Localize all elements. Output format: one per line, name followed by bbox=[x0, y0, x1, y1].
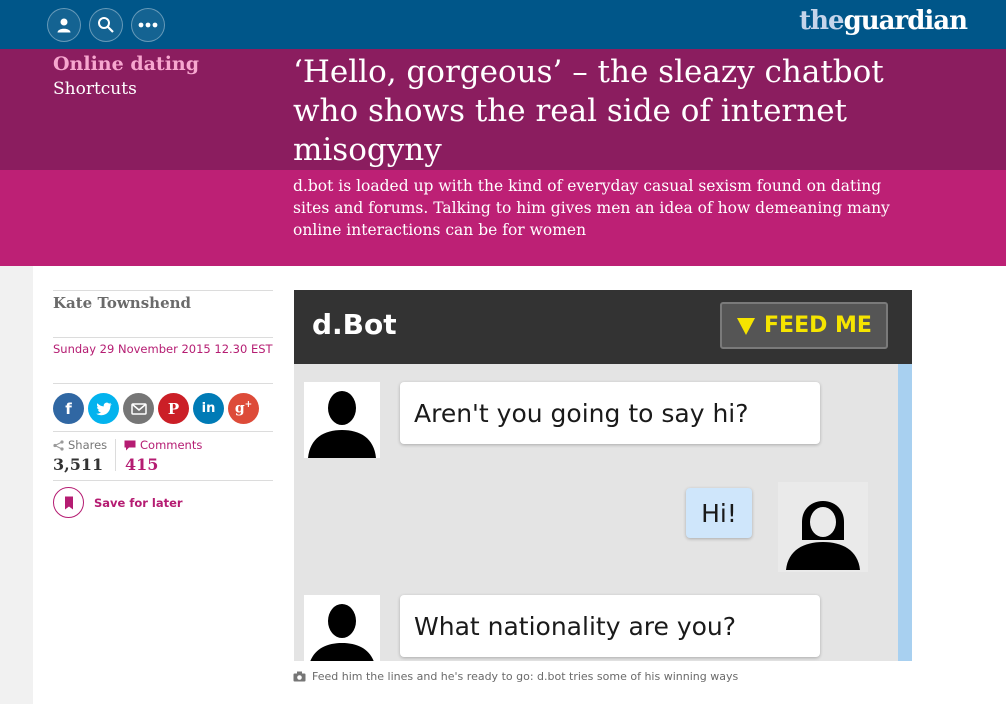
share-icon bbox=[53, 439, 64, 451]
profile-button[interactable] bbox=[47, 8, 81, 42]
twitter-share-button[interactable] bbox=[88, 393, 119, 424]
feed-me-button: FEED ME bbox=[720, 302, 888, 349]
more-button[interactable] bbox=[131, 8, 165, 42]
bot-avatar bbox=[304, 382, 380, 458]
feed-me-label: FEED ME bbox=[764, 313, 872, 338]
save-for-later-label: Save for later bbox=[94, 495, 183, 510]
male-silhouette-icon bbox=[308, 391, 376, 458]
logo-prefix: the bbox=[799, 6, 844, 36]
comments-count[interactable]: 415 bbox=[125, 455, 158, 474]
facebook-icon: f bbox=[65, 399, 72, 418]
guardian-logo[interactable]: theguardian bbox=[799, 6, 968, 36]
top-navigation-bar: theguardian bbox=[0, 0, 1006, 49]
more-icon bbox=[138, 22, 158, 28]
email-icon bbox=[130, 402, 147, 415]
linkedin-share-button[interactable]: in bbox=[193, 393, 224, 424]
publish-date: Sunday 29 November 2015 12.30 EST bbox=[53, 342, 273, 356]
divider bbox=[53, 290, 273, 291]
article-main-image[interactable]: d.Bot FEED ME Aren't you going to say hi… bbox=[294, 290, 912, 661]
divider bbox=[53, 383, 273, 384]
stat-divider bbox=[115, 439, 116, 471]
user-avatar bbox=[778, 482, 868, 572]
chat-header: d.Bot FEED ME bbox=[294, 290, 912, 364]
pinterest-icon: P bbox=[167, 399, 180, 418]
author-byline[interactable]: Kate Townshend bbox=[53, 294, 191, 312]
divider bbox=[53, 480, 273, 481]
search-button[interactable] bbox=[89, 8, 123, 42]
down-arrow-icon bbox=[737, 317, 756, 335]
pinterest-share-button[interactable]: P bbox=[158, 393, 189, 424]
person-icon bbox=[57, 18, 71, 33]
email-share-button[interactable] bbox=[123, 393, 154, 424]
caption-text: Feed him the lines and he's ready to go:… bbox=[312, 670, 739, 683]
google-plus-icon: g+ bbox=[234, 400, 253, 417]
bot-avatar bbox=[304, 595, 380, 661]
save-for-later-button[interactable]: Save for later bbox=[53, 487, 183, 518]
female-silhouette-icon bbox=[786, 501, 860, 570]
article-standfirst: d.bot is loaded up with the kind of ever… bbox=[293, 177, 890, 239]
twitter-icon bbox=[95, 402, 111, 415]
divider bbox=[53, 431, 273, 432]
user-message-bubble: Hi! bbox=[686, 488, 752, 538]
image-caption: Feed him the lines and he's ready to go:… bbox=[293, 670, 738, 683]
bookmark-icon bbox=[64, 496, 73, 509]
shares-count: 3,511 bbox=[53, 455, 104, 474]
article-headline: ‘Hello, gorgeous’ – the sleazy chatbot w… bbox=[293, 54, 884, 168]
message-bubble: Aren't you going to say hi? bbox=[400, 382, 820, 444]
comments-label-text: Comments bbox=[140, 438, 203, 452]
logo-name: guardian bbox=[843, 6, 968, 36]
save-icon-circle bbox=[53, 487, 84, 518]
male-silhouette-icon bbox=[310, 604, 374, 661]
comment-icon bbox=[124, 440, 136, 450]
shares-label: Shares bbox=[53, 438, 107, 452]
camera-icon bbox=[293, 671, 306, 682]
linkedin-icon: in bbox=[201, 401, 216, 416]
chat-scrollbar bbox=[898, 364, 912, 661]
left-gutter bbox=[0, 266, 33, 704]
facebook-share-button[interactable]: f bbox=[53, 393, 84, 424]
comments-link[interactable]: Comments bbox=[124, 438, 202, 452]
share-buttons: f P in g+ bbox=[53, 393, 259, 424]
subsection-link[interactable]: Shortcuts bbox=[53, 79, 137, 99]
chat-brand: d.Bot bbox=[312, 308, 397, 341]
message-bubble: What nationality are you? bbox=[400, 595, 820, 657]
shares-label-text: Shares bbox=[68, 438, 108, 452]
google-plus-share-button[interactable]: g+ bbox=[228, 393, 259, 424]
divider bbox=[53, 337, 273, 338]
search-icon bbox=[98, 17, 114, 33]
section-link[interactable]: Online dating bbox=[53, 53, 199, 75]
